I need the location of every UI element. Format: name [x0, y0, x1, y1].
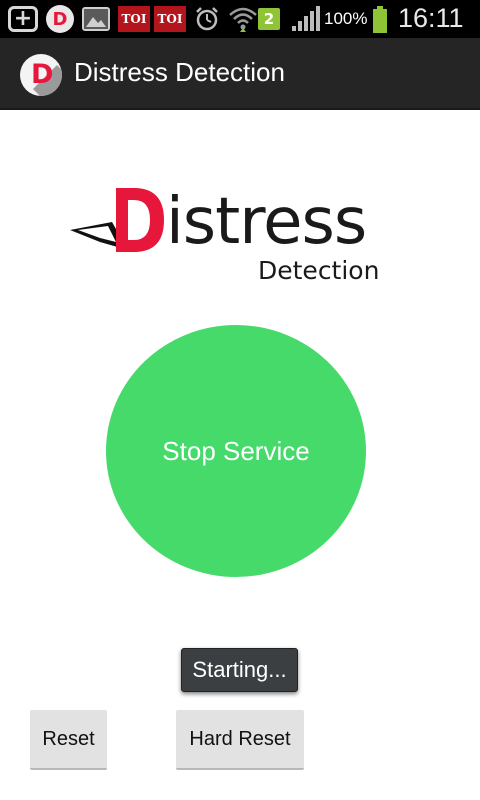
hard-reset-button[interactable]: Hard Reset	[176, 710, 304, 770]
battery-percent: 100%	[324, 9, 368, 28]
clock-time: 16:11	[398, 3, 464, 33]
sim-icon: 2	[258, 8, 280, 30]
status-toast: Starting...	[181, 648, 298, 692]
alarm-icon	[194, 6, 220, 32]
brand-subtitle: Detection	[258, 256, 380, 285]
distress-app-notification-icon: D	[46, 5, 74, 33]
app-bar: D Distress Detection	[0, 38, 480, 110]
wifi-icon	[228, 6, 258, 32]
stop-service-button[interactable]: Stop Service	[106, 325, 366, 577]
status-bar: + D TOI TOI 2 100% 16:11	[0, 0, 480, 38]
battery-icon	[372, 6, 388, 33]
reset-button[interactable]: Reset	[30, 710, 107, 770]
add-icon: +	[8, 6, 38, 32]
toi-icon: TOI	[118, 6, 150, 32]
brand-wordmark: istress	[166, 185, 367, 259]
app-title: Distress Detection	[74, 57, 285, 87]
signal-icon	[290, 6, 324, 32]
brand-d-mark-icon	[70, 188, 164, 252]
app-logo-icon[interactable]: D	[20, 54, 62, 96]
toi-icon: TOI	[154, 6, 186, 32]
gallery-icon	[82, 7, 110, 31]
brand-logo: istress Detection	[70, 186, 390, 286]
